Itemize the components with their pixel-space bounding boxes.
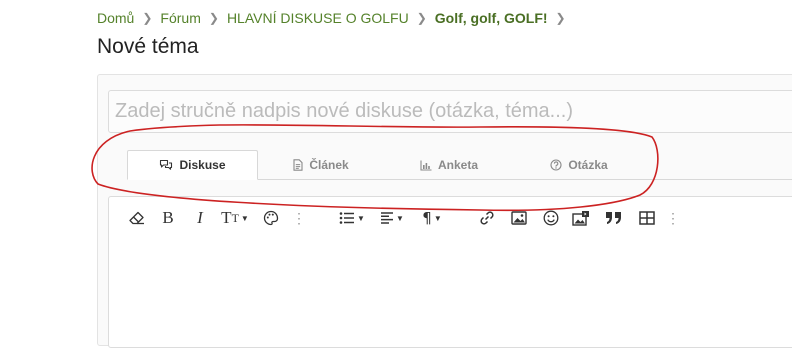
document-icon: [293, 159, 303, 171]
italic-label: I: [197, 208, 203, 227]
message-editor[interactable]: [108, 196, 792, 348]
tab-diskuse[interactable]: Diskuse: [127, 150, 258, 180]
emoji-icon[interactable]: [540, 205, 562, 231]
chevron-right-icon: ❯: [416, 11, 427, 25]
breadcrumb-link-forum[interactable]: Fórum: [160, 10, 200, 26]
tab-label: Diskuse: [179, 158, 226, 172]
media-icon[interactable]: [570, 205, 592, 231]
tab-clanek[interactable]: Článek: [281, 150, 361, 180]
align-icon[interactable]: ▼: [376, 205, 408, 231]
caret-down-icon: ▼: [433, 213, 442, 223]
paragraph-icon[interactable]: ¶ ▼: [416, 205, 448, 231]
chevron-right-icon: ❯: [555, 11, 566, 25]
breadcrumb: Domů ❯ Fórum ❯ HLAVNÍ DISKUSE O GOLFU ❯ …: [97, 9, 574, 27]
table-icon[interactable]: [636, 205, 658, 231]
tab-label: Anketa: [437, 158, 478, 172]
page-title: Nové téma: [97, 35, 199, 58]
image-icon[interactable]: [508, 205, 530, 231]
caret-down-icon: ▼: [357, 213, 365, 223]
bold-icon[interactable]: B: [158, 205, 178, 231]
more-icon[interactable]: ⋮: [666, 205, 680, 231]
italic-icon[interactable]: I: [190, 205, 210, 231]
list-icon[interactable]: ▼: [336, 205, 368, 231]
text-size-label-large: T: [221, 208, 232, 227]
breadcrumb-link-subforum[interactable]: Golf, golf, GOLF!: [435, 10, 548, 26]
tab-label: Článek: [309, 158, 349, 172]
quote-icon[interactable]: [602, 205, 626, 231]
breadcrumb-link-home[interactable]: Domů: [97, 10, 134, 26]
chat-bubbles-icon: [159, 159, 173, 171]
question-circle-icon: [550, 159, 562, 171]
topic-type-tabs: Diskuse Článek Anketa Otázka: [127, 150, 792, 180]
text-size-icon[interactable]: T T ▼: [218, 205, 252, 231]
bar-chart-icon: [420, 160, 432, 171]
paragraph-label: ¶: [422, 209, 432, 227]
topic-title-input[interactable]: [108, 90, 792, 133]
breadcrumb-link-category[interactable]: HLAVNÍ DISKUSE O GOLFU: [227, 10, 409, 26]
eraser-icon[interactable]: [126, 205, 148, 231]
chevron-right-icon: ❯: [142, 11, 153, 25]
caret-down-icon: ▼: [240, 213, 249, 223]
caret-down-icon: ▼: [396, 213, 404, 223]
tab-otazka[interactable]: Otázka: [539, 150, 619, 180]
tab-anketa[interactable]: Anketa: [409, 150, 489, 180]
chevron-right-icon: ❯: [208, 11, 219, 25]
bold-label: B: [162, 208, 174, 227]
link-icon[interactable]: [476, 205, 498, 231]
tab-label: Otázka: [568, 158, 608, 172]
text-size-label-small: T: [231, 210, 239, 225]
palette-icon[interactable]: [260, 205, 282, 231]
more-icon[interactable]: ⋮: [292, 205, 306, 231]
